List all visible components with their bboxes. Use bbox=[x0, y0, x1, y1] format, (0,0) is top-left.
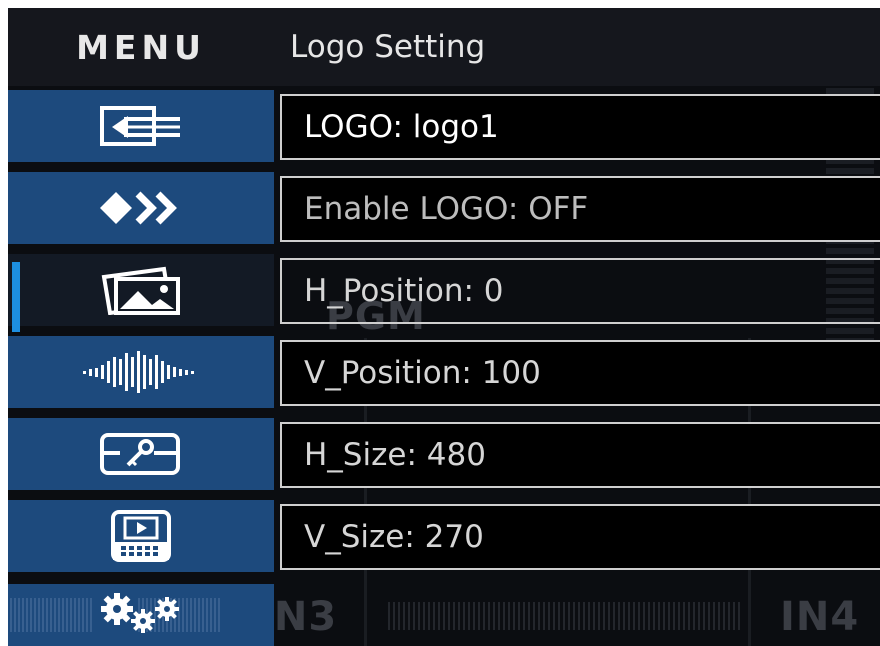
active-indicator bbox=[12, 262, 20, 332]
input-switch-icon bbox=[98, 104, 184, 148]
setting-v-position[interactable]: V_Position: 100 bbox=[280, 340, 880, 406]
sidebar-item-audio[interactable] bbox=[8, 336, 274, 408]
sidebar-item-image[interactable] bbox=[8, 254, 274, 326]
image-icon bbox=[98, 265, 184, 315]
transition-icon bbox=[96, 186, 186, 230]
sidebar-item-input[interactable] bbox=[8, 90, 274, 162]
page-title: Logo Setting bbox=[290, 29, 486, 65]
sidebar-item-settings[interactable] bbox=[8, 584, 274, 646]
gears-icon bbox=[99, 591, 183, 639]
bg-meter bbox=[388, 602, 743, 630]
menu-title: MENU bbox=[76, 27, 206, 67]
media-player-icon bbox=[109, 508, 173, 564]
audio-waveform-icon bbox=[81, 347, 201, 397]
bg-meter bbox=[10, 598, 94, 632]
sidebar bbox=[8, 86, 274, 646]
sidebar-item-key[interactable] bbox=[8, 418, 274, 490]
key-card-icon bbox=[98, 431, 184, 477]
device-screen: PGM IN3 IN4 MENU Logo Setting LOGO: logo… bbox=[8, 8, 880, 646]
setting-h-size[interactable]: H_Size: 480 bbox=[280, 422, 880, 488]
setting-v-size[interactable]: V_Size: 270 bbox=[280, 504, 880, 570]
sidebar-item-transition[interactable] bbox=[8, 172, 274, 244]
bg-in4-label: IN4 bbox=[780, 594, 860, 640]
header-bar: MENU Logo Setting bbox=[8, 8, 880, 86]
setting-h-position[interactable]: H_Position: 0 bbox=[280, 258, 880, 324]
sidebar-item-media[interactable] bbox=[8, 500, 274, 572]
setting-enable-logo[interactable]: Enable LOGO: OFF bbox=[280, 176, 880, 242]
setting-logo[interactable]: LOGO: logo1 bbox=[280, 94, 880, 160]
